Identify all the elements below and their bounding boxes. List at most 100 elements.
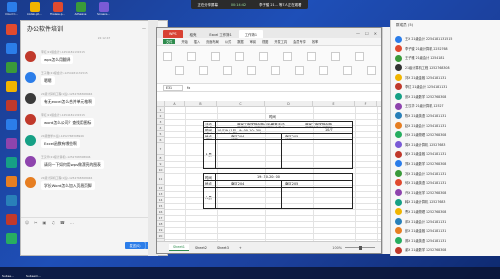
menu-item[interactable]: 开始: [181, 39, 187, 44]
select-all-corner[interactable]: [157, 101, 165, 107]
member-item[interactable]: 赵X 21级会计 1254181131: [391, 120, 500, 130]
member-item[interactable]: 21级计算机工程 1252768308: [391, 63, 500, 73]
row-header[interactable]: 7: [157, 143, 165, 155]
avatar[interactable]: [25, 177, 36, 188]
ribbon-button[interactable]: [211, 52, 220, 61]
member-item[interactable]: 谢X 21级数学 1252768308: [391, 245, 500, 255]
column-header[interactable]: G: [377, 101, 381, 107]
column-header[interactable]: B: [185, 101, 217, 107]
ribbon-button[interactable]: [175, 66, 184, 75]
send-button[interactable]: 发送(S): [125, 242, 145, 249]
member-item[interactable]: 周X 21级计算机 12527683: [391, 140, 500, 150]
ribbon-button[interactable]: [235, 52, 244, 61]
ribbon-button[interactable]: [355, 52, 364, 61]
menu-item[interactable]: 效率: [312, 39, 318, 44]
desktop-icon[interactable]: [3, 157, 19, 175]
ribbon-button[interactable]: [307, 52, 316, 61]
scissors-icon[interactable]: ✂: [34, 220, 37, 225]
member-item[interactable]: 何X 21级英语 1254181131: [391, 178, 500, 188]
ribbon-button[interactable]: [367, 66, 376, 75]
member-item[interactable]: 陈X 21级英语 1254181131: [391, 111, 500, 121]
ribbon-button[interactable]: [247, 66, 256, 75]
desktop-icon[interactable]: [3, 62, 19, 80]
tab-3[interactable]: 工作簿1: [238, 30, 264, 38]
menu-item[interactable]: 开发工具: [274, 39, 287, 44]
ribbon-button[interactable]: [163, 52, 172, 61]
fx-icon[interactable]: fx: [187, 86, 190, 90]
ribbon-button[interactable]: [223, 66, 232, 75]
tab-0[interactable]: WPS: [163, 30, 183, 38]
music-icon[interactable]: ♫: [51, 220, 55, 225]
menu-item[interactable]: 视图: [262, 39, 268, 44]
member-item[interactable]: 王子雅 21级会计 1254181: [391, 53, 500, 63]
desktop-icon[interactable]: [3, 43, 19, 61]
member-item[interactable]: 李红 21级会计 1254181131: [391, 82, 500, 92]
menu-item[interactable]: 数据: [237, 39, 243, 44]
desktop-icon[interactable]: [3, 100, 19, 118]
desktop-icon[interactable]: [3, 138, 19, 156]
zoom-control[interactable]: 100%: [332, 245, 381, 250]
column-header[interactable]: C: [217, 101, 265, 107]
ribbon-button[interactable]: [259, 52, 268, 61]
more-icon[interactable]: …: [70, 220, 74, 225]
taskbar-label-1[interactable]: Subse...: [2, 274, 14, 278]
menu-item[interactable]: 会员专享: [293, 39, 306, 44]
share-viewers[interactable]: 李子骏 21... 等7人正在观看: [259, 2, 301, 7]
image-icon[interactable]: ▣: [43, 220, 47, 225]
member-item[interactable]: 孙X 21级物理 1252768308: [391, 130, 500, 140]
zoom-slider-knob[interactable]: [359, 245, 362, 250]
desktop-icon[interactable]: Adhesive: [69, 0, 92, 20]
ribbon-button[interactable]: [271, 66, 280, 75]
menu-item[interactable]: 页面布局: [206, 39, 219, 44]
menu-item[interactable]: 插入: [194, 39, 200, 44]
member-item[interactable]: 韩X 21级计算机 12527683: [391, 197, 500, 207]
menu-item[interactable]: 公式: [225, 39, 231, 44]
member-item[interactable]: 李子骏 21级计算机 2252768: [391, 44, 500, 54]
name-box[interactable]: E31: [163, 84, 183, 91]
desktop-icon[interactable]: Fireless-p...: [46, 0, 69, 20]
add-sheet-button[interactable]: +: [235, 245, 246, 251]
ribbon-button[interactable]: [319, 66, 328, 75]
emoji-icon[interactable]: ☺: [25, 220, 29, 225]
avatar[interactable]: [25, 114, 36, 125]
avatar[interactable]: [25, 72, 36, 83]
desktop-icon[interactable]: [3, 214, 19, 232]
close-icon[interactable]: ✕: [374, 31, 377, 36]
tab-2[interactable]: Excel 工作簿1: [203, 30, 238, 38]
member-item[interactable]: 郑X 21级数学 1252768308: [391, 159, 500, 169]
avatar[interactable]: [25, 156, 36, 167]
zoom-slider[interactable]: [345, 245, 375, 250]
member-item[interactable]: 曾X 21级英语 1254181131: [391, 235, 500, 245]
ribbon-button[interactable]: [283, 52, 292, 61]
member-item[interactable]: 冯X 21级会计 1254181131: [391, 168, 500, 178]
member-item[interactable]: 王X 21级会计 2254181131515: [391, 34, 500, 44]
member-item[interactable]: 王汉华 21级计算机 12527: [391, 101, 500, 111]
column-header[interactable]: F: [355, 101, 377, 107]
chat-input-area[interactable]: [21, 227, 167, 255]
desktop-icon[interactable]: [3, 81, 19, 99]
minimize-icon[interactable]: —: [142, 26, 146, 31]
avatar[interactable]: [25, 135, 36, 146]
desktop-icon[interactable]: [3, 233, 19, 251]
spreadsheet-grid[interactable]: 时间 活动 首届工程学院创新创业教育活动 首届工程学院创新 时间 10/7/9 …: [157, 101, 381, 243]
avatar[interactable]: [25, 93, 36, 104]
desktop-icon[interactable]: [3, 119, 19, 137]
column-header[interactable]: D: [265, 101, 313, 107]
ribbon-button[interactable]: [343, 66, 352, 75]
member-item[interactable]: 曹X 21级物理 1252768308: [391, 207, 500, 217]
sheet-tab[interactable]: Sheet2: [191, 245, 211, 251]
chat-message-list[interactable]: 22:12:47 李红(21级会计)-1254181131515 wps怎么用翻译王…: [21, 35, 167, 217]
screen-share-bar[interactable]: 正在分享屏幕 00:14:42 李子骏 21... 等7人正在观看: [191, 0, 308, 9]
ribbon-button[interactable]: [331, 52, 340, 61]
member-item[interactable]: 邓X 21级会计 1254181131: [391, 216, 500, 226]
column-header[interactable]: A: [165, 101, 185, 107]
member-item[interactable]: 刘X 21级金融 1254181131: [391, 72, 500, 82]
minimize-icon[interactable]: —: [356, 31, 360, 36]
avatar[interactable]: [25, 51, 36, 62]
sheet-tab[interactable]: Sheet1: [169, 244, 189, 251]
column-header[interactable]: E: [313, 101, 355, 107]
ribbon-button[interactable]: [295, 66, 304, 75]
member-item[interactable]: 许X 21级化学 1252768308: [391, 188, 500, 198]
tab-1[interactable]: 稻壳: [183, 30, 203, 38]
taskbar-label-2[interactable]: Subsem...: [26, 274, 41, 278]
